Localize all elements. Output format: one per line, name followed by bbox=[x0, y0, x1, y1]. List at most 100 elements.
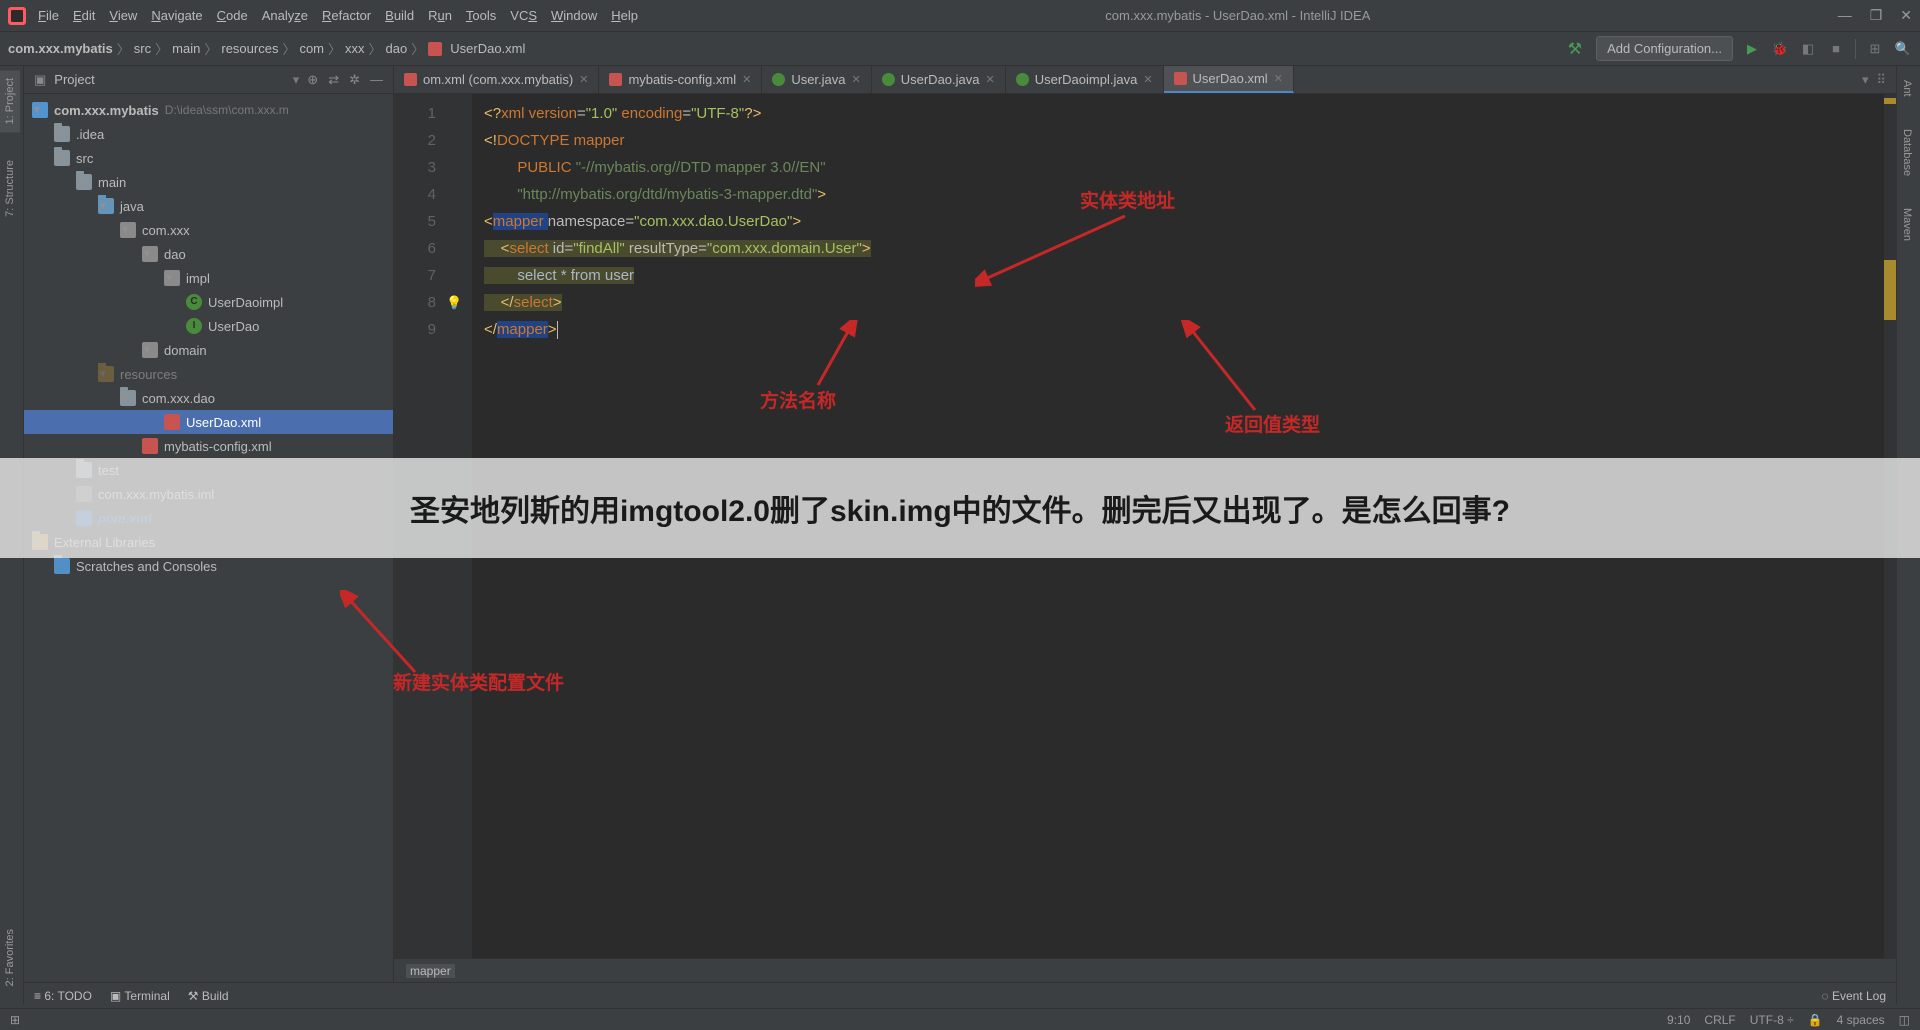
menu-navigate[interactable]: Navigate bbox=[151, 8, 202, 23]
expand-icon[interactable]: ⇄ bbox=[328, 72, 339, 88]
rail-database[interactable]: Database bbox=[1897, 121, 1917, 184]
close-icon[interactable]: ✕ bbox=[852, 73, 861, 86]
tree-comxxx[interactable]: ▼com.xxx bbox=[24, 218, 393, 242]
bc-file[interactable]: UserDao.xml bbox=[450, 41, 525, 56]
rail-structure[interactable]: 7: Structure bbox=[0, 152, 20, 225]
tab-userdao-java[interactable]: UserDao.java✕ bbox=[872, 66, 1006, 93]
tab-mybatis-config[interactable]: mybatis-config.xml✕ bbox=[599, 66, 762, 93]
tree-main[interactable]: ▼main bbox=[24, 170, 393, 194]
menu-bar: File Edit View Navigate Code Analyze Ref… bbox=[38, 8, 638, 23]
tab-userdaoimpl-java[interactable]: UserDaoimpl.java✕ bbox=[1006, 66, 1164, 93]
minimize-icon[interactable]: — bbox=[1838, 7, 1852, 24]
close-icon[interactable]: ✕ bbox=[1143, 73, 1152, 86]
bc-resources[interactable]: resources bbox=[221, 41, 278, 56]
rail-favorites[interactable]: 2: Favorites bbox=[0, 921, 20, 994]
menu-run[interactable]: Run bbox=[428, 8, 452, 23]
rail-ant[interactable]: Ant bbox=[1897, 72, 1917, 105]
menu-analyze[interactable]: Analyze bbox=[262, 8, 308, 23]
breadcrumb-mapper[interactable]: mapper bbox=[406, 964, 455, 978]
more-tabs-icon[interactable]: ▾ bbox=[1862, 72, 1869, 88]
structure-icon[interactable]: ⊞ bbox=[1866, 40, 1884, 58]
xml-file-icon bbox=[428, 42, 442, 56]
tree-res-dao[interactable]: ▼com.xxx.dao bbox=[24, 386, 393, 410]
stop-icon[interactable]: ■ bbox=[1827, 40, 1845, 58]
tree-userdao-xml[interactable]: UserDao.xml bbox=[24, 410, 393, 434]
close-icon[interactable]: ✕ bbox=[986, 73, 995, 86]
chevron-down-icon[interactable]: ▾ bbox=[293, 72, 300, 88]
rail-project[interactable]: 1: Project bbox=[0, 70, 20, 132]
status-eol[interactable]: CRLF bbox=[1704, 1013, 1735, 1027]
tree-root[interactable]: ▼com.xxx.mybatisD:\idea\ssm\com.xxx.m bbox=[24, 98, 393, 122]
tree-domain[interactable]: ▼domain bbox=[24, 338, 393, 362]
maximize-icon[interactable]: ❐ bbox=[1870, 7, 1883, 24]
tool-terminal[interactable]: ▣ Terminal bbox=[110, 989, 170, 1003]
run-config-select[interactable]: Add Configuration... bbox=[1596, 36, 1733, 61]
tree-impl[interactable]: ▼impl bbox=[24, 266, 393, 290]
java-class-icon bbox=[882, 73, 895, 86]
tree-resources[interactable]: ▼resources bbox=[24, 362, 393, 386]
bc-root[interactable]: com.xxx.mybatis bbox=[8, 41, 113, 56]
close-icon[interactable]: ✕ bbox=[1900, 7, 1912, 24]
xml-file-icon bbox=[1174, 72, 1187, 85]
status-position[interactable]: 9:10 bbox=[1667, 1013, 1690, 1027]
tab-pom[interactable]: om.xml (com.xxx.mybatis)✕ bbox=[394, 66, 599, 93]
close-icon[interactable]: ✕ bbox=[1274, 72, 1283, 85]
menu-edit[interactable]: Edit bbox=[73, 8, 95, 23]
tab-user-java[interactable]: User.java✕ bbox=[762, 66, 871, 93]
bc-com[interactable]: com bbox=[299, 41, 324, 56]
gear-icon[interactable]: ✲ bbox=[349, 72, 360, 88]
xml-file-icon bbox=[609, 73, 622, 86]
status-memory-icon[interactable]: ◫ bbox=[1899, 1013, 1910, 1027]
bottom-tool-window-bar: ≡ 6: TODO ▣ Terminal ⚒ Build ◌ Event Log bbox=[24, 982, 1896, 1008]
title-bar: File Edit View Navigate Code Analyze Ref… bbox=[0, 0, 1920, 32]
tree-userdao[interactable]: UserDao bbox=[24, 314, 393, 338]
java-class-icon bbox=[1016, 73, 1029, 86]
search-everywhere-icon[interactable]: 🔍 bbox=[1894, 40, 1912, 58]
editor-breadcrumb: mapper bbox=[394, 958, 1896, 982]
project-folder-icon: ▣ bbox=[34, 72, 46, 88]
rail-maven[interactable]: Maven bbox=[1897, 200, 1917, 249]
bc-main[interactable]: main bbox=[172, 41, 200, 56]
status-encoding[interactable]: UTF-8 ÷ bbox=[1750, 1013, 1794, 1027]
menu-vcs[interactable]: VCS bbox=[510, 8, 537, 23]
run-icon[interactable]: ▶ bbox=[1743, 40, 1761, 58]
tree-idea[interactable]: ▶.idea bbox=[24, 122, 393, 146]
tabs-menu-icon[interactable]: ⠿ bbox=[1876, 72, 1886, 88]
navigation-bar: com.xxx.mybatis 〉 src 〉 main 〉 resources… bbox=[0, 32, 1920, 66]
menu-view[interactable]: View bbox=[109, 8, 137, 23]
menu-build[interactable]: Build bbox=[385, 8, 414, 23]
tool-build[interactable]: ⚒ Build bbox=[188, 989, 229, 1003]
tool-windows-icon[interactable]: ⊞ bbox=[10, 1013, 20, 1027]
coverage-icon[interactable]: ◧ bbox=[1799, 40, 1817, 58]
status-indent[interactable]: 4 spaces bbox=[1837, 1013, 1885, 1027]
tree-java[interactable]: ▼java bbox=[24, 194, 393, 218]
java-class-icon bbox=[772, 73, 785, 86]
tree-userdaoimpl[interactable]: UserDaoimpl bbox=[24, 290, 393, 314]
hide-icon[interactable]: — bbox=[370, 72, 383, 88]
close-icon[interactable]: ✕ bbox=[579, 73, 588, 86]
menu-tools[interactable]: Tools bbox=[466, 8, 496, 23]
build-icon[interactable]: ⚒ bbox=[1568, 39, 1582, 59]
debug-icon[interactable]: 🐞 bbox=[1771, 40, 1789, 58]
bc-xxx[interactable]: xxx bbox=[345, 41, 365, 56]
project-panel-title: Project bbox=[54, 72, 284, 87]
tool-event-log[interactable]: ◌ Event Log bbox=[1821, 989, 1886, 1003]
bc-dao[interactable]: dao bbox=[386, 41, 408, 56]
menu-code[interactable]: Code bbox=[217, 8, 248, 23]
bc-src[interactable]: src bbox=[134, 41, 151, 56]
tree-dao[interactable]: ▼dao bbox=[24, 242, 393, 266]
status-readonly-icon[interactable]: 🔒 bbox=[1808, 1013, 1823, 1027]
close-icon[interactable]: ✕ bbox=[742, 73, 751, 86]
menu-refactor[interactable]: Refactor bbox=[322, 8, 371, 23]
tab-userdao-xml[interactable]: UserDao.xml✕ bbox=[1164, 66, 1294, 93]
tree-src[interactable]: ▼src bbox=[24, 146, 393, 170]
menu-help[interactable]: Help bbox=[611, 8, 638, 23]
tool-todo[interactable]: ≡ 6: TODO bbox=[34, 989, 92, 1003]
intention-bulb-icon[interactable]: 💡 bbox=[444, 289, 472, 316]
status-bar: ⊞ 9:10 CRLF UTF-8 ÷ 🔒 4 spaces ◫ bbox=[0, 1008, 1920, 1030]
menu-window[interactable]: Window bbox=[551, 8, 597, 23]
window-title: com.xxx.mybatis - UserDao.xml - IntelliJ… bbox=[638, 8, 1838, 23]
tree-mybatis-config[interactable]: mybatis-config.xml bbox=[24, 434, 393, 458]
locate-icon[interactable]: ⊕ bbox=[307, 72, 318, 88]
menu-file[interactable]: File bbox=[38, 8, 59, 23]
